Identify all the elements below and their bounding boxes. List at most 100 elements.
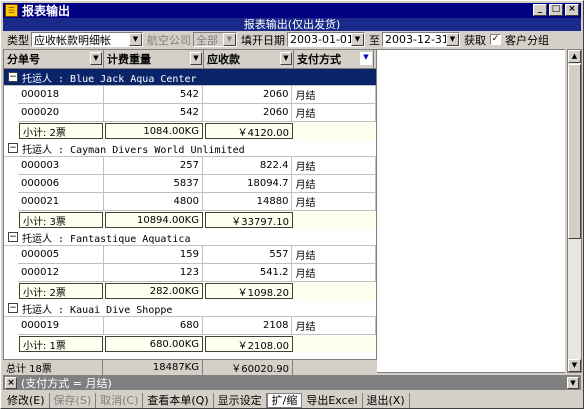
export-excel-button[interactable]: 导出Excel (302, 392, 363, 408)
chevron-down-icon[interactable]: ▼ (223, 33, 236, 46)
cell-weight[interactable]: 4800 (103, 193, 203, 211)
group-checkbox[interactable]: ✓ (490, 34, 501, 45)
airline-select[interactable]: 全部 ▼ (193, 32, 237, 47)
column-header-payment[interactable]: 支付方式 ▼ (294, 50, 374, 68)
cell-amount[interactable]: 2060 (202, 86, 293, 104)
cell-weight[interactable]: 257 (103, 157, 203, 175)
cell-order-id[interactable]: 000003 (18, 157, 104, 175)
date-to-field[interactable]: 2003-12-31 ▼ (382, 32, 460, 47)
chevron-down-icon[interactable]: ▼ (129, 33, 142, 46)
date-to-value: 2003-12-31 (385, 33, 449, 46)
cell-weight[interactable]: 159 (103, 246, 203, 264)
save-button[interactable]: 保存(S) (50, 392, 97, 408)
table-row[interactable]: 000020 542 2060 月结 (18, 104, 376, 122)
group-header[interactable]: − 托运人 : Fantastique Aquatica (4, 229, 376, 246)
cell-order-id[interactable]: 000019 (18, 317, 104, 335)
scroll-up-icon[interactable]: ▲ (568, 50, 581, 63)
group-header[interactable]: − 托运人 : Kauai Dive Shoppe (4, 300, 376, 317)
cell-payment[interactable]: 月结 (292, 317, 376, 335)
cell-amount[interactable]: 2060 (202, 104, 293, 122)
column-header-weight[interactable]: 计费重量 ▼ (104, 50, 204, 68)
subtotal-weight: 680.00KG (105, 336, 203, 352)
table-row[interactable]: 000019 680 2108 月结 (18, 317, 376, 335)
filter-active-icon[interactable]: ▼ (360, 52, 372, 65)
cell-order-id[interactable]: 000005 (18, 246, 104, 264)
subtotal-amount: ￥1098.20 (205, 283, 293, 299)
clear-filter-icon[interactable]: × (5, 376, 17, 389)
group-header[interactable]: − 托运人 : Cayman Divers World Unlimited (4, 140, 376, 157)
cell-order-id[interactable]: 000006 (18, 175, 104, 193)
column-header-amount[interactable]: 应收款 ▼ (204, 50, 294, 68)
cell-amount[interactable]: 2108 (202, 317, 293, 335)
exit-button[interactable]: 退出(X) (363, 392, 410, 408)
column-header-id[interactable]: 分单号 ▼ (4, 50, 104, 68)
subtotal-amount: ￥4120.00 (205, 123, 293, 139)
vertical-scrollbar[interactable]: ▲ ▼ (567, 49, 582, 373)
filter-arrow-icon[interactable]: ▼ (280, 52, 292, 65)
cell-payment[interactable]: 月结 (292, 175, 376, 193)
cell-weight[interactable]: 542 (103, 104, 203, 122)
subtotal-label: 小计: 1票 (19, 336, 103, 352)
chevron-down-icon[interactable]: ▼ (567, 376, 579, 389)
display-settings-button[interactable]: 显示设定 (214, 392, 267, 408)
app-icon: ☰ (5, 4, 18, 17)
cell-order-id[interactable]: 000012 (18, 264, 104, 282)
collapse-icon[interactable]: − (8, 72, 18, 82)
chevron-down-icon[interactable]: ▼ (446, 33, 459, 46)
restore-button[interactable]: □ (549, 4, 563, 16)
subtotal-row: 小计: 1票 680.00KG ￥2108.00 (18, 335, 376, 353)
subtotal-row: 小计: 2票 282.00KG ￥1098.20 (18, 282, 376, 300)
scroll-thumb[interactable] (568, 64, 581, 239)
edit-button[interactable]: 修改(E) (3, 392, 50, 408)
airline-select-value: 全部 (196, 33, 218, 47)
grid-body: − 托运人 : Blue Jack Aqua Center 000018 542 206… (4, 69, 376, 353)
chevron-down-icon[interactable]: ▼ (351, 33, 364, 46)
cancel-button[interactable]: 取消(C) (96, 392, 144, 408)
empty-grid-area (377, 49, 565, 373)
view-order-button[interactable]: 查看本单(Q) (143, 392, 214, 408)
filter-arrow-icon[interactable]: ▼ (190, 52, 202, 65)
subtotal-amount: ￥33797.10 (205, 212, 293, 228)
cell-amount[interactable]: 14880 (202, 193, 293, 211)
cell-payment[interactable]: 月结 (292, 86, 376, 104)
collapse-icon[interactable]: − (8, 232, 18, 242)
type-label: 类型 (7, 33, 29, 47)
collapse-icon[interactable]: − (8, 143, 18, 153)
scroll-down-icon[interactable]: ▼ (568, 359, 581, 372)
cell-amount[interactable]: 18094.7 (202, 175, 293, 193)
cell-order-id[interactable]: 000020 (18, 104, 104, 122)
collapse-icon[interactable]: − (8, 303, 18, 313)
subtotal-weight: 1084.00KG (105, 123, 203, 139)
cell-payment[interactable]: 月结 (292, 104, 376, 122)
cell-payment[interactable]: 月结 (292, 193, 376, 211)
cell-order-id[interactable]: 000018 (18, 86, 104, 104)
close-button[interactable]: × (565, 4, 579, 16)
type-select[interactable]: 应收帐款明细帐 ▼ (31, 32, 143, 47)
table-row[interactable]: 000021 4800 14880 月结 (18, 193, 376, 211)
cell-weight[interactable]: 5837 (103, 175, 203, 193)
subtotal-row: 小计: 3票 10894.00KG ￥33797.10 (18, 211, 376, 229)
cell-weight[interactable]: 542 (103, 86, 203, 104)
cell-amount[interactable]: 822.4 (202, 157, 293, 175)
expand-collapse-button[interactable]: 扩/缩 (266, 392, 303, 408)
cell-payment[interactable]: 月结 (292, 246, 376, 264)
cell-weight[interactable]: 123 (103, 264, 203, 282)
table-row[interactable]: 000005 159 557 月结 (18, 246, 376, 264)
filter-arrow-icon[interactable]: ▼ (90, 52, 102, 65)
table-row[interactable]: 000018 542 2060 月结 (18, 86, 376, 104)
window-controls: _ □ × (533, 4, 579, 16)
table-row[interactable]: 000003 257 822.4 月结 (18, 157, 376, 175)
minimize-button[interactable]: _ (533, 4, 547, 16)
window-title: 报表输出 (22, 4, 71, 18)
cell-amount[interactable]: 557 (202, 246, 293, 264)
cell-payment[interactable]: 月结 (292, 264, 376, 282)
group-header[interactable]: − 托运人 : Blue Jack Aqua Center (4, 69, 376, 86)
cell-weight[interactable]: 680 (103, 317, 203, 335)
date-from-field[interactable]: 2003-01-01 ▼ (287, 32, 365, 47)
total-weight: 18487KG (103, 359, 203, 375)
table-row[interactable]: 000006 5837 18094.7 月结 (18, 175, 376, 193)
cell-amount[interactable]: 541.2 (202, 264, 293, 282)
cell-order-id[interactable]: 000021 (18, 193, 104, 211)
table-row[interactable]: 000012 123 541.2 月结 (18, 264, 376, 282)
cell-payment[interactable]: 月结 (292, 157, 376, 175)
